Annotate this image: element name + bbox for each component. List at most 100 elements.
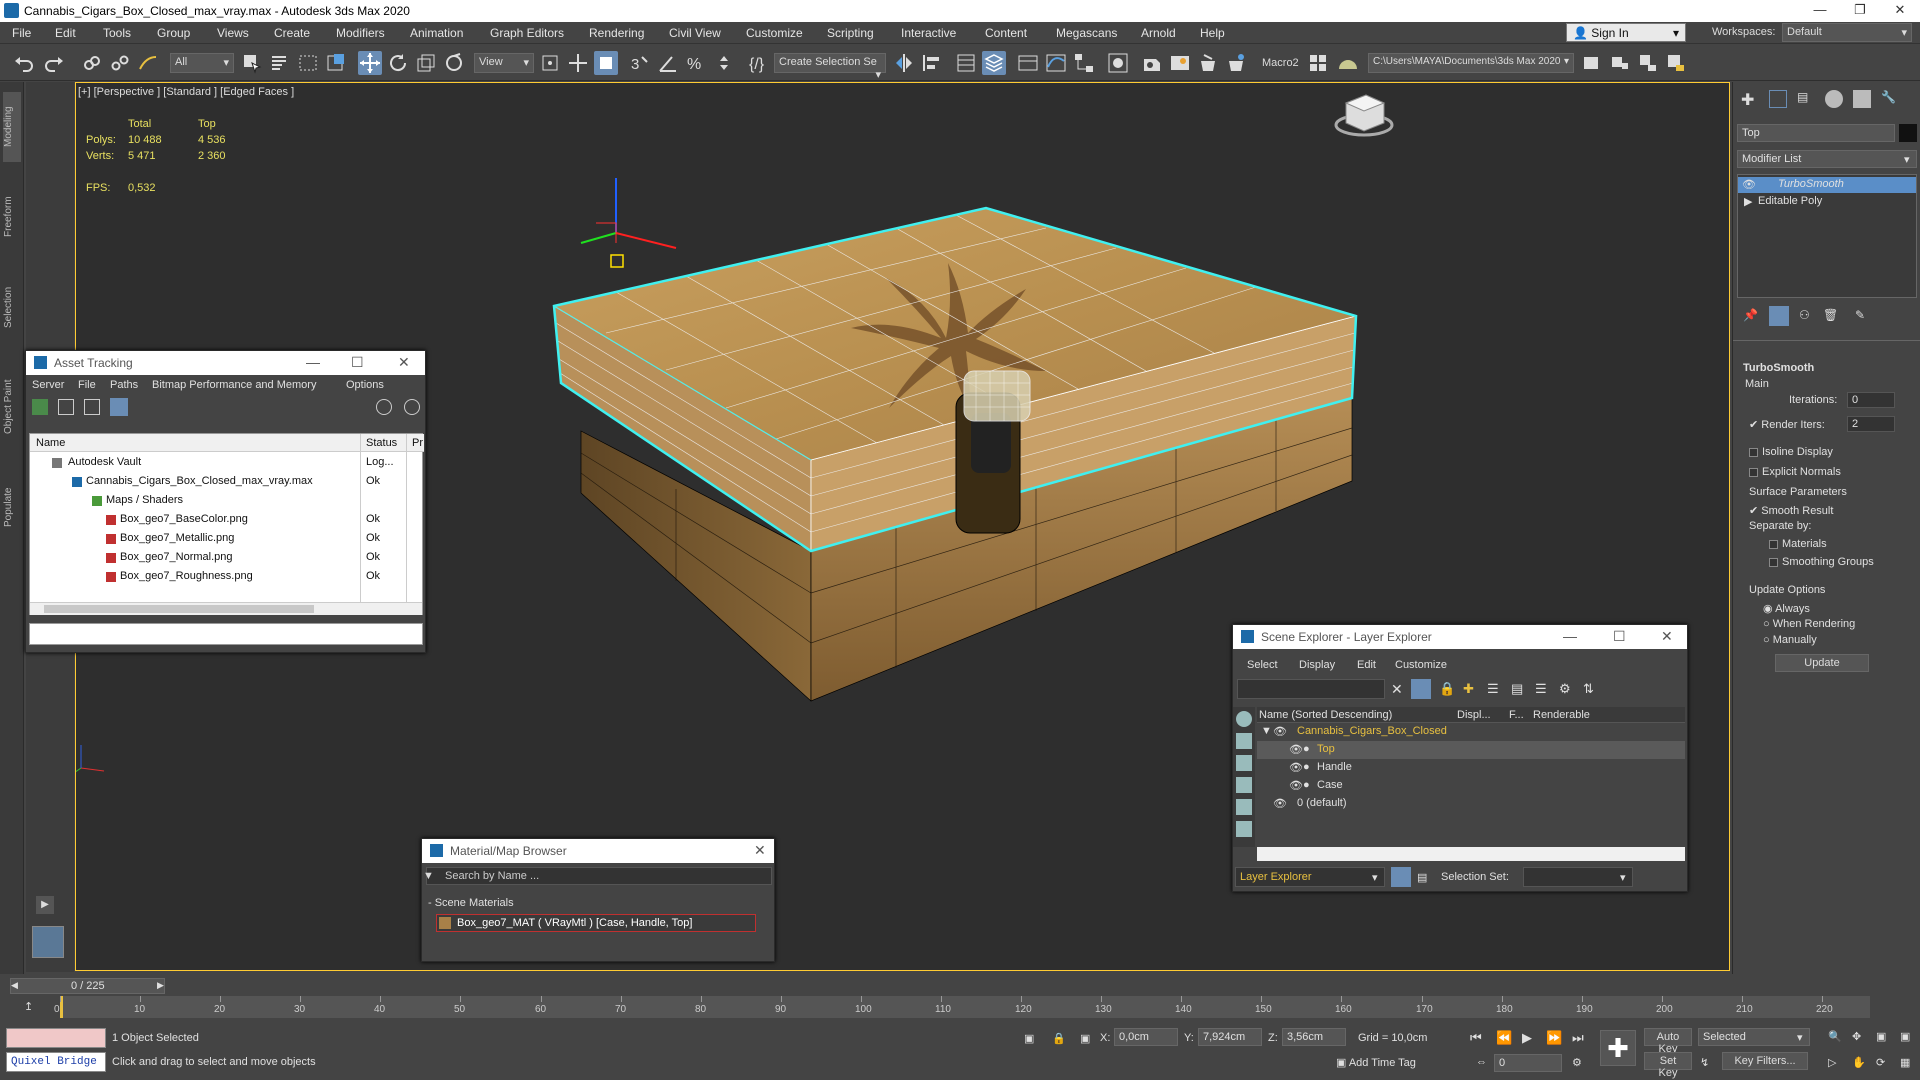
create-tab-icon[interactable]: ✚ [1741, 90, 1759, 109]
display-geometry-icon[interactable] [1236, 733, 1252, 749]
zoom-extents-icon[interactable]: ▣ [1876, 1030, 1886, 1043]
list-item[interactable]: 👁 ● Top [1257, 741, 1685, 759]
select-object-icon[interactable] [240, 51, 264, 75]
select-move-icon[interactable] [358, 51, 382, 75]
collapse-icon[interactable]: ▼ [1261, 725, 1272, 737]
visibility-icon[interactable]: 👁 [1273, 725, 1287, 738]
maxscript-listener[interactable] [6, 1028, 106, 1048]
add-time-tag[interactable]: ▣ Add Time Tag [1336, 1056, 1416, 1069]
scale-icon[interactable] [414, 51, 438, 75]
autokey-button[interactable]: Auto Key [1644, 1028, 1692, 1055]
close-button[interactable]: ✕ [1661, 628, 1673, 645]
rollout-turbosmooth[interactable]: TurboSmooth [1743, 362, 1814, 374]
list-view-icon[interactable] [58, 399, 74, 415]
y-coordinate-field[interactable]: 7,924cm [1198, 1028, 1262, 1046]
make-unique-icon[interactable]: ⚇ [1799, 308, 1815, 324]
tab-selection[interactable]: Selection [3, 272, 21, 342]
previous-frame-icon[interactable]: ⏪ [1496, 1030, 1512, 1046]
workspace-dropdown[interactable]: Default ▾ [1782, 23, 1912, 42]
link-icon[interactable] [80, 51, 104, 75]
tab-object-paint[interactable]: Object Paint [3, 362, 21, 452]
col-renderable[interactable]: Renderable [1533, 709, 1590, 721]
hierarchy-mode-icon[interactable]: ▤ [1417, 871, 1427, 884]
tab-populate[interactable]: Populate [3, 472, 21, 542]
se-menu-display[interactable]: Display [1299, 659, 1335, 671]
expand-ribbon-icon[interactable]: ▶ [36, 896, 54, 914]
layers-icon[interactable]: ☰ [1487, 681, 1499, 697]
show-end-result-icon[interactable] [1769, 306, 1789, 326]
select-by-name-icon[interactable] [268, 51, 292, 75]
absolute-mode-icon[interactable]: ▣ [1080, 1032, 1090, 1045]
isolate-icon[interactable]: ▣ [1024, 1032, 1034, 1045]
spinner-snap-icon[interactable] [712, 51, 736, 75]
display-none-icon[interactable] [1236, 711, 1252, 727]
key-selection-dropdown[interactable]: Selected ▾ [1698, 1028, 1810, 1046]
settings-icon[interactable]: ⚙ [1559, 681, 1571, 697]
menu-modifiers[interactable]: Modifiers [336, 26, 385, 40]
display-spacewarps-icon[interactable] [1236, 821, 1252, 837]
macro-label[interactable]: Macro2 [1262, 57, 1299, 69]
object-name-field[interactable]: Top [1737, 124, 1895, 142]
col-status[interactable]: Status [366, 437, 397, 449]
col-freeze[interactable]: F... [1509, 709, 1524, 721]
close-button[interactable]: ✕ [1880, 2, 1920, 20]
next-frame-icon[interactable]: ⏩ [1546, 1030, 1562, 1046]
toggle-scene-explorer-icon[interactable] [954, 51, 978, 75]
stack-icon[interactable]: ☰ [1535, 681, 1547, 697]
se-menu-select[interactable]: Select [1247, 659, 1278, 671]
maximize-button[interactable]: ☐ [1613, 628, 1626, 645]
menu-rendering[interactable]: Rendering [589, 26, 644, 40]
current-frame-field[interactable]: 0 [1494, 1054, 1562, 1072]
percent-snap-icon[interactable]: % [684, 51, 708, 75]
render-iters-checkbox[interactable]: ✔ Render Iters: [1749, 418, 1825, 431]
at-menu-server[interactable]: Server [32, 379, 64, 391]
hierarchy-icon[interactable]: ▤ [1511, 681, 1523, 697]
modify-tab-icon[interactable] [1769, 90, 1787, 108]
viewport-layout-icon[interactable] [1608, 51, 1632, 75]
goto-start-icon[interactable]: ⏮ [1470, 1030, 1482, 1046]
macro-grid-icon[interactable] [1306, 51, 1330, 75]
remove-modifier-icon[interactable]: 🗑 [1823, 308, 1839, 324]
minimize-button[interactable]: — [1800, 2, 1840, 20]
z-coordinate-field[interactable]: 3,56cm [1282, 1028, 1346, 1046]
menu-group[interactable]: Group [157, 26, 190, 40]
menu-edit[interactable]: Edit [55, 26, 76, 40]
sign-in-dropdown[interactable]: 👤 Sign In ▾ [1566, 23, 1686, 42]
goto-end-icon[interactable]: ⏭ [1572, 1030, 1584, 1046]
display-cameras-icon[interactable] [1236, 777, 1252, 793]
utilities-tab-icon[interactable]: 🔧 [1881, 90, 1899, 108]
smooth-result-checkbox[interactable]: ✔ Smooth Result [1749, 504, 1833, 517]
menu-scripting[interactable]: Scripting [827, 26, 874, 40]
menu-animation[interactable]: Animation [410, 26, 463, 40]
viewport-layout-2-icon[interactable] [1636, 51, 1660, 75]
menu-megascans[interactable]: Megascans [1056, 26, 1117, 40]
horizontal-scrollbar[interactable] [1257, 847, 1685, 861]
list-item[interactable]: 👁 ● Handle [1257, 759, 1685, 777]
asset-tracking-titlebar[interactable]: Asset Tracking — ☐ ✕ [26, 351, 425, 375]
viewport-layout-3-icon[interactable] [1664, 51, 1688, 75]
menu-tools[interactable]: Tools [103, 26, 131, 40]
align-icon[interactable] [920, 51, 944, 75]
time-config-icon[interactable]: ⚙ [1572, 1056, 1582, 1069]
explorer-mode-dropdown[interactable]: Layer Explorer ▾ [1235, 867, 1385, 887]
visibility-icon[interactable]: 👁 [1289, 743, 1303, 756]
clear-search-icon[interactable]: ✕ [1391, 681, 1403, 698]
filter-icon[interactable] [1411, 679, 1431, 699]
visibility-icon[interactable]: 👁 [1289, 779, 1303, 792]
materials-checkbox[interactable]: Materials [1769, 538, 1827, 550]
when-rendering-radio[interactable]: ○ When Rendering [1763, 618, 1855, 630]
material-browser-titlebar[interactable]: Material/Map Browser ✕ [422, 839, 774, 863]
pivot-center-icon[interactable] [538, 51, 562, 75]
mirror-icon[interactable] [892, 51, 916, 75]
track-icon[interactable]: ↥ [24, 1000, 33, 1013]
menu-content[interactable]: Content [985, 26, 1027, 40]
at-menu-bitmap[interactable]: Bitmap Performance and Memory [152, 379, 316, 391]
scene-materials-group[interactable]: - Scene Materials [428, 897, 514, 909]
set-key-big-icon[interactable]: ✚ [1600, 1030, 1636, 1066]
render-iterative-icon[interactable] [1224, 51, 1248, 75]
track-bar[interactable]: 0 10 20 30 40 50 60 70 80 90 100 110 120 130 140 150 160… [54, 996, 1870, 1018]
list-item[interactable]: 👁 ● Case [1257, 777, 1685, 795]
always-radio[interactable]: ◉ Always [1763, 602, 1810, 615]
menu-civil-view[interactable]: Civil View [669, 26, 721, 40]
scene-explorer-titlebar[interactable]: Scene Explorer - Layer Explorer — ☐ ✕ [1233, 625, 1687, 649]
